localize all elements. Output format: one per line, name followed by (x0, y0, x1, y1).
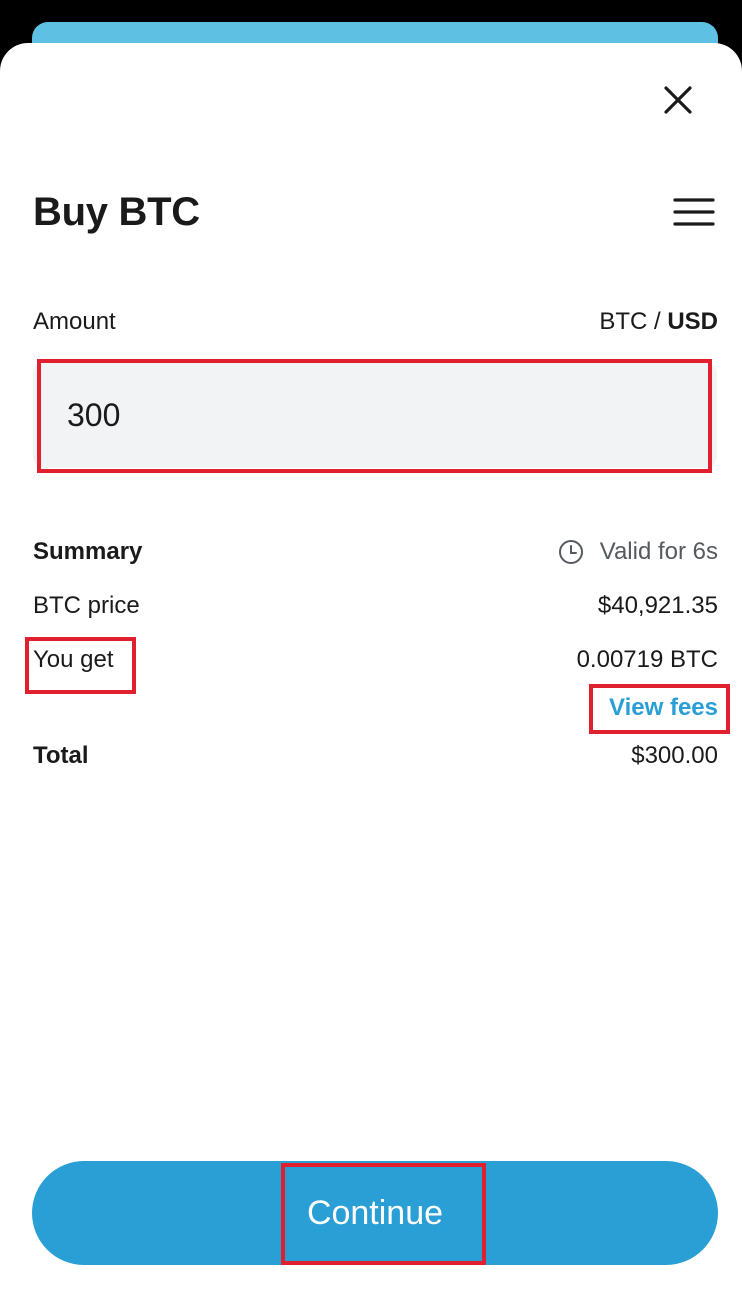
view-fees-link[interactable]: View fees (609, 692, 718, 724)
menu-button[interactable] (670, 190, 718, 234)
you-get-value: 0.00719 BTC (576, 646, 718, 673)
btc-price-label: BTC price (33, 592, 140, 619)
total-value: $300.00 (631, 742, 718, 769)
valid-text: Valid for 6s (599, 538, 718, 565)
quote-validity: Valid for 6s (558, 536, 718, 568)
hamburger-menu-icon (673, 198, 715, 226)
you-get-label: You get (33, 646, 114, 673)
page-title: Buy BTC (33, 190, 200, 234)
amount-label: Amount (33, 308, 116, 335)
amount-field[interactable] (33, 362, 717, 468)
currency-option-btc[interactable]: BTC (599, 308, 647, 335)
amount-input[interactable] (33, 362, 717, 468)
currency-option-usd[interactable]: USD (667, 308, 718, 335)
total-label: Total (33, 742, 89, 769)
close-icon (664, 86, 692, 114)
close-button[interactable] (654, 76, 702, 124)
btc-price-value: $40,921.35 (597, 592, 718, 619)
currency-separator: / (647, 308, 668, 335)
currency-toggle[interactable]: BTC / USD (599, 306, 718, 338)
clock-icon (558, 540, 583, 564)
continue-label: Continue (306, 1193, 444, 1232)
continue-button[interactable]: Continue (32, 1161, 718, 1265)
summary-label: Summary (33, 538, 143, 565)
